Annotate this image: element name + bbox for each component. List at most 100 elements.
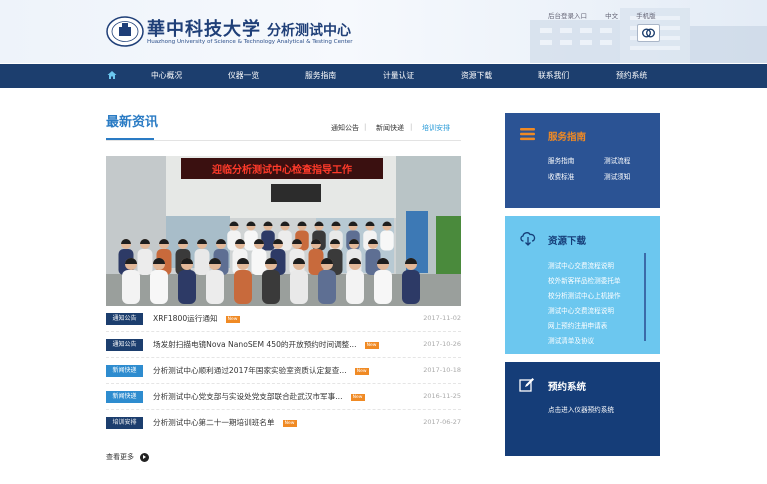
logo-english-name: Huazhong University of Science & Technol… xyxy=(147,39,353,45)
news-section-title: 最新资讯 xyxy=(106,115,159,130)
cloud-download-icon xyxy=(520,232,536,246)
person-body xyxy=(137,249,153,275)
nav-item-service-guide[interactable]: 服务指南 xyxy=(305,70,336,81)
resources-panel-title[interactable]: 资源下载 xyxy=(548,233,586,247)
nav-item-contact[interactable]: 联系我们 xyxy=(538,70,569,81)
search-button[interactable] xyxy=(637,24,660,42)
news-tag: 培训安排 xyxy=(106,417,143,429)
tab-notices[interactable]: 通知公告 xyxy=(331,123,359,133)
row-separator xyxy=(106,409,461,410)
list-item[interactable]: 培训安排 分析测试中心第二十一期培训班名单 New 2017-06-27 xyxy=(106,416,461,430)
person-body xyxy=(261,230,275,251)
site-logo-title[interactable]: 華中科技大学 分析测试中心 xyxy=(147,15,351,41)
nav-item-downloads[interactable]: 资源下载 xyxy=(461,70,492,81)
logo-university-name: 華中科技大学 xyxy=(147,19,261,40)
tab-news[interactable]: 新闻快递 xyxy=(376,123,404,133)
tab-training[interactable]: 培训安排 xyxy=(422,123,450,133)
page: 華中科技大学 分析测试中心 Huazhong University of Scie… xyxy=(0,0,767,484)
new-badge: New xyxy=(225,315,240,323)
row-separator xyxy=(106,331,461,332)
service-icon xyxy=(520,128,535,141)
list-item[interactable]: 通知公告 XRF1800运行通知 New 2017-11-02 xyxy=(106,312,461,326)
booking-panel-title[interactable]: 预约系统 xyxy=(548,379,586,393)
main-nav: 中心概况 仪器一览 服务指南 计量认证 资源下载 联系我们 预约系统 xyxy=(0,64,767,88)
resource-link[interactable]: 测试中心交费流程说明 xyxy=(548,305,614,315)
news-date: 2016-11-25 xyxy=(423,392,461,400)
top-links: 后台登录入口 中文 手机版 xyxy=(548,10,672,20)
person-body xyxy=(234,270,252,304)
resources-scrollbar[interactable] xyxy=(644,253,646,341)
news-tag: 新闻快递 xyxy=(106,365,143,377)
link-fee-standard[interactable]: 收费标准 xyxy=(548,171,574,181)
service-guide-panel: 服务指南 服务指南 测试流程 收费标准 测试须知 xyxy=(505,113,660,208)
link-service-guide[interactable]: 服务指南 xyxy=(548,155,574,165)
booking-panel[interactable]: 预约系统 点击进入仪器预约系统 xyxy=(505,362,660,456)
resource-link[interactable]: 网上预约注册申请表 xyxy=(548,320,607,330)
edit-icon xyxy=(519,378,534,392)
list-item[interactable]: 新闻快递 分析测试中心党支部与实设处党支部联合赴武汉市军事... New 2016… xyxy=(106,390,461,404)
search-icon xyxy=(641,28,655,38)
link-test-notes[interactable]: 测试须知 xyxy=(604,171,630,181)
news-date: 2017-06-27 xyxy=(423,418,461,426)
person-body xyxy=(318,270,336,304)
service-panel-title[interactable]: 服务指南 xyxy=(548,129,586,143)
mobile-link[interactable]: 手机版 xyxy=(636,12,656,20)
news-photo[interactable]: 迎临分析测试中心检查指导工作 xyxy=(106,156,461,306)
nav-item-booking[interactable]: 预约系统 xyxy=(616,70,647,81)
view-more-label: 查看更多 xyxy=(106,453,134,461)
group-photo-image: 迎临分析测试中心检查指导工作 xyxy=(106,156,461,306)
new-badge: New xyxy=(350,393,365,401)
person-body xyxy=(206,270,224,304)
view-more-link[interactable]: 查看更多 xyxy=(106,452,149,462)
home-icon[interactable] xyxy=(107,70,117,80)
university-seal-icon xyxy=(106,16,144,47)
news-title[interactable]: XRF1800运行通知 New xyxy=(153,313,240,324)
person-body xyxy=(290,270,308,304)
news-date: 2017-10-26 xyxy=(423,340,461,348)
row-separator xyxy=(106,357,461,358)
tab-separator: | xyxy=(364,123,367,131)
resource-link[interactable]: 测试中心交费流程说明 xyxy=(548,260,614,270)
list-item[interactable]: 通知公告 场发射扫描电镜Nova NanoSEM 450的开放预约时间调整...… xyxy=(106,338,461,352)
link-test-process[interactable]: 测试流程 xyxy=(604,155,630,165)
person-body xyxy=(194,249,210,275)
person-body xyxy=(150,270,168,304)
new-badge: New xyxy=(364,341,379,349)
resource-link[interactable]: 校外新客样品检测委托单 xyxy=(548,275,621,285)
person-body xyxy=(262,270,280,304)
resource-link[interactable]: 校分析测试中心上机操作 xyxy=(548,290,621,300)
news-tag: 通知公告 xyxy=(106,313,143,325)
section-divider xyxy=(106,140,461,141)
nav-item-instruments[interactable]: 仪器一览 xyxy=(228,70,259,81)
arrow-right-icon xyxy=(140,452,149,462)
row-separator xyxy=(106,383,461,384)
list-item[interactable]: 新闻快递 分析测试中心顺利通过2017年国家实验室资质认定复查... New 20… xyxy=(106,364,461,378)
tab-separator: | xyxy=(410,123,413,131)
logo-center-name: 分析测试中心 xyxy=(267,23,351,39)
booking-link[interactable]: 点击进入仪器预约系统 xyxy=(548,404,614,414)
person-body xyxy=(122,270,140,304)
site-header: 華中科技大学 分析测试中心 Huazhong University of Scie… xyxy=(0,0,767,63)
news-title[interactable]: 分析测试中心党支部与实设处党支部联合赴武汉市军事... New xyxy=(153,391,365,402)
news-tag: 通知公告 xyxy=(106,339,143,351)
person-body xyxy=(178,270,196,304)
person-body xyxy=(251,249,267,275)
new-badge: New xyxy=(354,367,369,375)
admin-login-link[interactable]: 后台登录入口 xyxy=(548,12,587,20)
nav-item-certification[interactable]: 计量认证 xyxy=(383,70,414,81)
resources-panel: 资源下载 测试中心交费流程说明 校外新客样品检测委托单 校分析测试中心上机操作 … xyxy=(505,216,660,354)
chinese-link[interactable]: 中文 xyxy=(605,12,618,20)
news-date: 2017-10-18 xyxy=(423,366,461,374)
news-tag: 新闻快递 xyxy=(106,391,143,403)
resource-link[interactable]: 测试清单及协议 xyxy=(548,335,594,345)
news-title[interactable]: 分析测试中心第二十一期培训班名单 New xyxy=(153,417,297,428)
person-body xyxy=(380,230,394,251)
news-title[interactable]: 场发射扫描电镜Nova NanoSEM 450的开放预约时间调整... New xyxy=(153,339,379,350)
nav-item-about[interactable]: 中心概况 xyxy=(151,70,182,81)
person-body xyxy=(346,270,364,304)
news-date: 2017-11-02 xyxy=(423,314,461,322)
new-badge: New xyxy=(282,419,297,427)
news-title[interactable]: 分析测试中心顺利通过2017年国家实验室资质认定复查... New xyxy=(153,365,369,376)
person-body xyxy=(402,270,420,304)
person-body xyxy=(374,270,392,304)
